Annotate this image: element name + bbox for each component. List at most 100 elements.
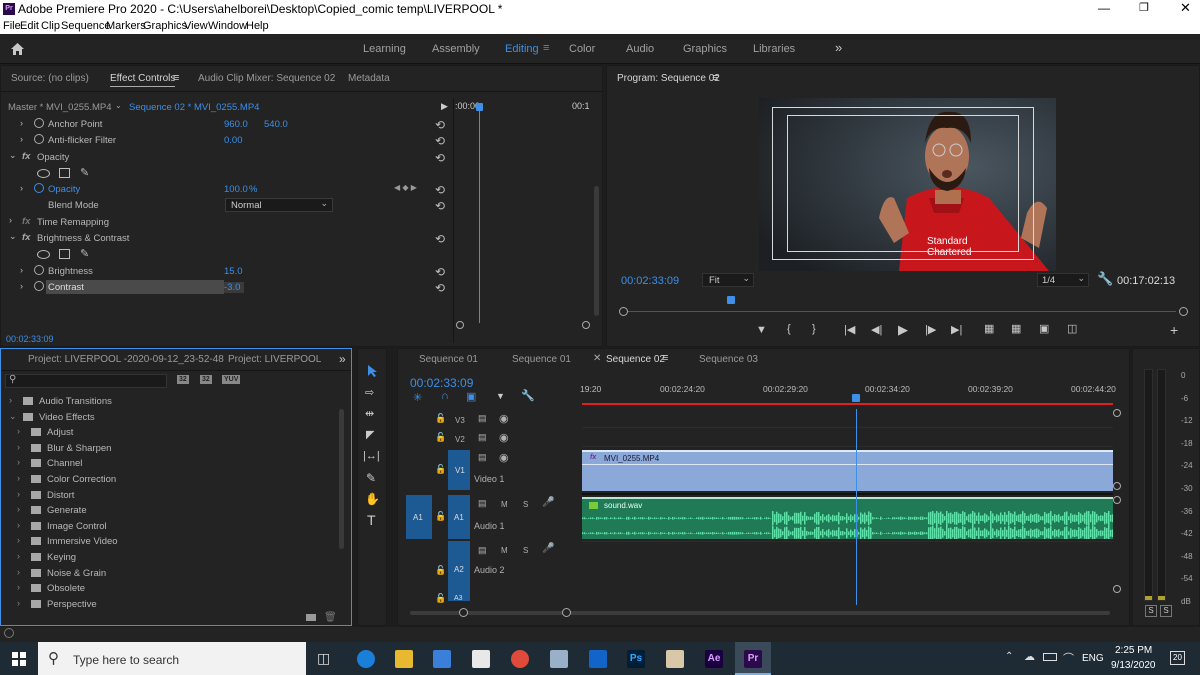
workspace-menu-icon[interactable]: ≡	[543, 42, 549, 54]
nest-toggle-icon[interactable]: ✳	[413, 391, 422, 404]
yuv-effects-badge[interactable]: YUV	[222, 375, 241, 384]
sync-lock-icon[interactable]: ▤	[478, 413, 487, 424]
solo-button[interactable]: S	[523, 500, 528, 509]
chevron-right-icon[interactable]: ›	[17, 473, 20, 483]
mute-button[interactable]: M	[501, 500, 508, 509]
effects-tree-item[interactable]: › Keying	[1, 550, 341, 565]
trash-icon[interactable]: 🗑	[324, 612, 337, 623]
fx-icon[interactable]: fx	[22, 216, 30, 227]
ripple-edit-tool-icon[interactable]: ⇹	[365, 407, 374, 420]
chevron-right-icon[interactable]: ›	[20, 118, 23, 128]
type-tool-icon[interactable]: T	[367, 512, 376, 528]
clock-time[interactable]: 2:25 PM	[1115, 645, 1152, 656]
chevron-right-icon[interactable]: ›	[17, 567, 20, 577]
tab-menu-icon[interactable]: ≡	[712, 72, 718, 84]
mini-zoom-right-handle[interactable]	[582, 321, 590, 329]
effect-scrollbar[interactable]	[594, 186, 599, 316]
mail-icon[interactable]	[472, 650, 490, 668]
wrench-icon[interactable]: 🔧	[1097, 271, 1113, 287]
tab-effect-controls[interactable]: Effect Controls	[110, 73, 176, 87]
stopwatch-icon[interactable]	[34, 265, 44, 275]
effects-search-input[interactable]: ⚲	[5, 374, 167, 388]
razor-tool-icon[interactable]: ◤	[366, 428, 374, 441]
task-view-icon[interactable]: ◫	[317, 650, 330, 667]
mark-in-icon[interactable]: {	[787, 323, 791, 335]
chevron-right-icon[interactable]: ›	[20, 183, 23, 193]
menu-window[interactable]: Window	[208, 20, 247, 32]
chevron-right-icon[interactable]: ›	[17, 504, 20, 514]
add-marker-icon[interactable]: ▼	[756, 324, 767, 336]
blend-mode-select[interactable]: Normal ⌄	[225, 198, 333, 212]
chevron-right-icon[interactable]: ›	[9, 215, 12, 225]
workspace-learning[interactable]: Learning	[363, 43, 406, 55]
menu-help[interactable]: Help	[246, 20, 269, 32]
chevron-right-icon[interactable]: ›	[17, 551, 20, 561]
effects-tree-item[interactable]: › Channel	[1, 456, 341, 471]
sync-lock-icon[interactable]: ▤	[478, 545, 487, 556]
workspace-editing[interactable]: Editing	[505, 43, 539, 55]
timeline-playhead[interactable]	[852, 394, 860, 402]
track-scroll-handle[interactable]	[1113, 585, 1121, 593]
menu-view[interactable]: View	[184, 20, 208, 32]
chevron-right-icon[interactable]: ›	[17, 442, 20, 452]
chrome-icon[interactable]	[511, 650, 529, 668]
effects-tree-item[interactable]: › Distort	[1, 488, 341, 503]
tray-chevron-icon[interactable]: ⌃	[1005, 651, 1013, 662]
stopwatch-icon[interactable]	[34, 134, 44, 144]
tab-sequence-03[interactable]: Sequence 03	[699, 354, 758, 365]
rectangle-mask-icon[interactable]	[59, 249, 70, 259]
track-v1-label[interactable]: V1	[455, 466, 465, 475]
timeline-horizontal-scrollbar[interactable]	[406, 607, 1111, 619]
eye-icon[interactable]: ◉	[499, 412, 509, 425]
chevron-right-icon[interactable]: ›	[17, 489, 20, 499]
resolution-select[interactable]: 1/4 ⌄	[1037, 273, 1089, 287]
sync-lock-icon[interactable]: ▤	[478, 498, 487, 509]
sequence-clip-label[interactable]: Sequence 02 * MVI_0255.MP4	[129, 102, 259, 113]
track-a3-label[interactable]: A3	[454, 595, 463, 602]
reset-icon[interactable]: ⟲	[435, 281, 445, 295]
hscroll-left-handle[interactable]	[459, 608, 468, 617]
tab-source[interactable]: Source: (no clips)	[11, 73, 89, 84]
notification-center-icon[interactable]: 20	[1170, 651, 1185, 665]
chevron-right-icon[interactable]: ›	[17, 457, 20, 467]
menu-clip[interactable]: Clip	[41, 20, 60, 32]
anti-flicker-value[interactable]: 0.00	[224, 135, 243, 146]
menu-file[interactable]: File	[3, 20, 21, 32]
file-explorer-icon[interactable]	[395, 650, 413, 668]
extract-icon[interactable]: ▦	[1011, 322, 1021, 335]
32bit-effects-badge[interactable]: 32	[200, 375, 212, 384]
track-a1-label[interactable]: A1	[454, 513, 464, 522]
program-scrub-bar[interactable]	[619, 296, 1189, 318]
solo-button[interactable]: S	[523, 546, 528, 555]
chevron-down-icon[interactable]: ⌄	[9, 231, 17, 242]
play-button[interactable]: ▶	[898, 322, 908, 338]
tab-project-liverpool[interactable]: Project: LIVERPOOL	[228, 354, 321, 365]
mark-out-icon[interactable]: }	[812, 323, 816, 335]
video-clip[interactable]: fx MVI_0255.MP4	[582, 450, 1113, 491]
chevron-down-icon[interactable]: ⌄	[9, 150, 17, 161]
microphone-icon[interactable]: 🎤	[542, 497, 554, 508]
program-playhead[interactable]	[726, 296, 735, 304]
go-to-in-icon[interactable]: |◀	[844, 323, 855, 336]
effect-controls-timecode[interactable]: 00:02:33:09	[6, 334, 54, 344]
chevron-right-icon[interactable]: ›	[9, 395, 12, 405]
chevron-right-icon[interactable]: ›	[17, 426, 20, 436]
track-scroll-handle[interactable]	[1113, 482, 1121, 490]
effects-tree-item[interactable]: › Immersive Video	[1, 534, 341, 549]
solo-left-button[interactable]: S	[1145, 605, 1157, 617]
reset-icon[interactable]: ⟲	[435, 151, 445, 165]
chevron-right-icon[interactable]: ›	[20, 265, 23, 275]
mini-zoom-left-handle[interactable]	[456, 321, 464, 329]
scrub-end-handle[interactable]	[1179, 307, 1188, 316]
chevron-right-icon[interactable]: ›	[17, 582, 20, 592]
lock-icon[interactable]: 🔓	[435, 413, 446, 424]
workspace-libraries[interactable]: Libraries	[753, 43, 795, 55]
stopwatch-icon[interactable]	[34, 183, 44, 193]
opacity-value[interactable]: 100.0	[224, 184, 248, 195]
maximize-button[interactable]: ❐	[1139, 1, 1149, 14]
stopwatch-icon[interactable]	[34, 281, 44, 291]
ellipse-mask-icon[interactable]	[37, 250, 50, 259]
reset-icon[interactable]: ⟲	[435, 265, 445, 279]
menu-edit[interactable]: Edit	[20, 20, 39, 32]
after-effects-icon[interactable]: Ae	[705, 650, 723, 668]
